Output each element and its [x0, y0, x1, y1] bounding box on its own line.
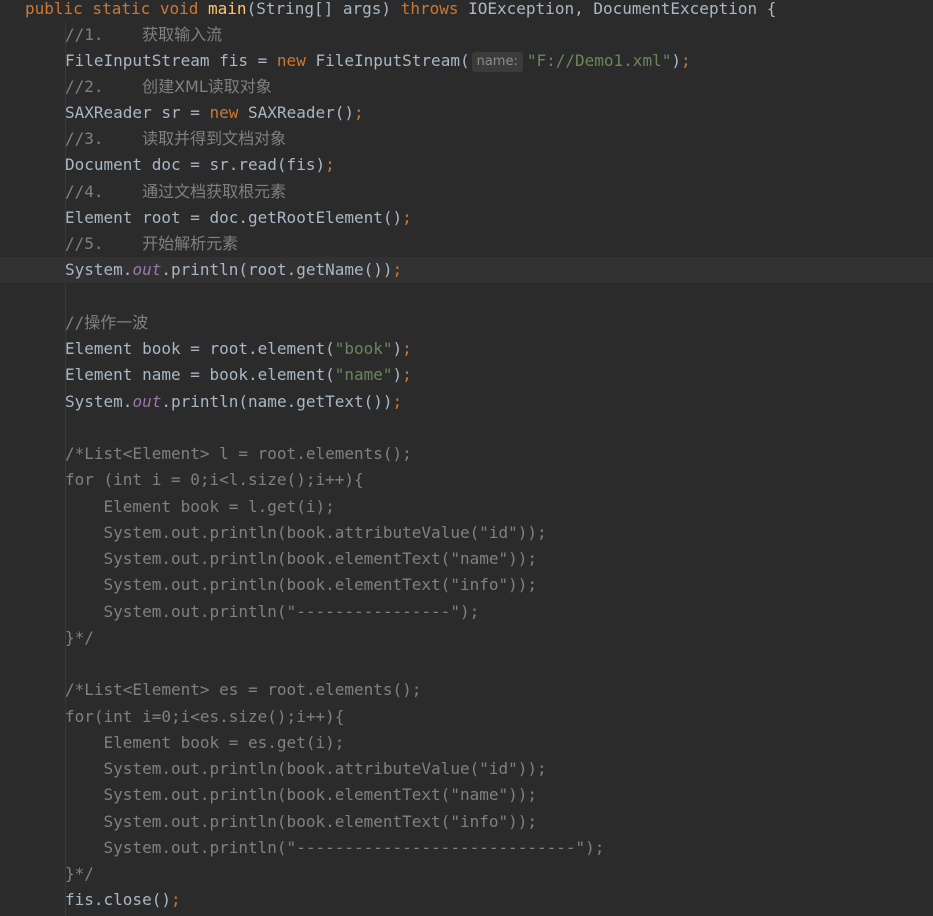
block-comment-1-line[interactable]: for (int i = 0;i<l.size();i++){ [0, 467, 933, 493]
code-text: FileInputStream fis = [65, 51, 277, 70]
comment-prefix: // [65, 313, 85, 332]
code-text: fis.close() [65, 890, 171, 909]
static-field-out: out [132, 260, 162, 279]
code-text: ) [392, 365, 403, 384]
code-comment-5[interactable]: //5. 开始解析元素 [0, 231, 933, 257]
block-comment-1-line[interactable]: Element book = l.get(i); [0, 494, 933, 520]
keyword-new: new [276, 51, 306, 70]
block-comment-2-line[interactable]: Element book = es.get(i); [0, 730, 933, 756]
code-line-close[interactable]: fis.close(); [0, 887, 933, 913]
block-comment-2-line[interactable]: System.out.println(book.elementText("nam… [0, 782, 933, 808]
code-line-document[interactable]: Document doc = sr.read(fis); [0, 152, 933, 178]
comment-text: 创建XML读取对象 [142, 77, 272, 96]
string-literal: "book" [334, 339, 393, 358]
block-comment-1-line[interactable]: System.out.println(book.elementText("inf… [0, 572, 933, 598]
code-comment-6[interactable]: //操作一波 [0, 310, 933, 336]
method-name: main [208, 0, 247, 18]
semicolon: ; [170, 890, 181, 909]
comment-text: 通过文档获取根元素 [142, 182, 287, 201]
code-comment-3[interactable]: //3. 读取并得到文档对象 [0, 126, 933, 152]
code-comment-4[interactable]: //4. 通过文档获取根元素 [0, 179, 933, 205]
code-line-root[interactable]: Element root = doc.getRootElement(); [0, 205, 933, 231]
comment-number: //4. [65, 182, 104, 201]
semicolon: ; [402, 208, 412, 227]
semicolon: ; [392, 392, 403, 411]
code-line-print-name[interactable]: System.out.println(name.getText()); [0, 389, 933, 415]
method-params: (String[] args) [246, 0, 401, 18]
code-text: SAXReader() [238, 103, 354, 122]
code-text: SAXReader sr = [65, 103, 210, 122]
code-text: ) [392, 339, 403, 358]
block-comment-2-line[interactable]: System.out.println("--------------------… [0, 835, 933, 861]
comment-text: 操作一波 [84, 313, 149, 332]
string-literal: "F://Demo1.xml" [526, 51, 672, 70]
block-comment-2-line[interactable]: System.out.println(book.elementText("inf… [0, 809, 933, 835]
code-editor[interactable]: public static void main(String[] args) t… [0, 0, 933, 916]
block-comment-1-line[interactable]: System.out.println(book.attributeValue("… [0, 520, 933, 546]
code-text: Element book = root.element( [65, 339, 335, 358]
code-comment-2[interactable]: //2. 创建XML读取对象 [0, 74, 933, 100]
code-text: Document doc = sr.read(fis) [65, 155, 326, 174]
semicolon: ; [325, 155, 335, 174]
comment-text: 读取并得到文档对象 [142, 129, 287, 148]
code-line-book[interactable]: Element book = root.element("book"); [0, 336, 933, 362]
block-comment-2-line[interactable]: }*/ [0, 861, 933, 887]
parameter-hint: name: [471, 52, 523, 72]
code-text: ) [671, 51, 681, 70]
comment-text: 开始解析元素 [142, 234, 239, 253]
code-text: .println(root.getName()) [161, 260, 393, 279]
code-line-name[interactable]: Element name = book.element("name"); [0, 362, 933, 388]
exception-list: IOException, DocumentException { [458, 0, 777, 18]
string-literal: "name" [334, 365, 393, 384]
semicolon: ; [392, 260, 403, 279]
semicolon: ; [402, 339, 412, 358]
code-comment-1[interactable]: //1. 获取输入流 [0, 22, 933, 48]
keyword-new: new [209, 103, 239, 122]
block-comment-2-line[interactable]: /*List<Element> es = root.elements(); [0, 677, 933, 703]
block-comment-1-line[interactable]: System.out.println(book.elementText("nam… [0, 546, 933, 572]
code-text: .println(name.getText()) [161, 392, 393, 411]
block-comment-2-line[interactable]: System.out.println(book.attributeValue("… [0, 756, 933, 782]
code-line-saxreader[interactable]: SAXReader sr = new SAXReader(); [0, 100, 933, 126]
comment-number: //3. [65, 129, 104, 148]
comment-number: //2. [65, 77, 104, 96]
code-line-fis[interactable]: FileInputStream fis = new FileInputStrea… [0, 48, 933, 74]
code-text: System. [65, 392, 133, 411]
block-comment-1-line[interactable]: System.out.println("----------------"); [0, 599, 933, 625]
block-comment-1-line[interactable]: }*/ [0, 625, 933, 651]
static-field-out: out [132, 392, 162, 411]
code-text: Element root = doc.getRootElement() [65, 208, 403, 227]
comment-text: 获取输入流 [142, 25, 223, 44]
keyword-throws: throws [400, 0, 459, 18]
keyword-modifiers: public static void [25, 0, 209, 18]
block-comment-1-line[interactable]: /*List<Element> l = root.elements(); [0, 441, 933, 467]
block-comment-2-line[interactable]: for(int i=0;i<es.size();i++){ [0, 704, 933, 730]
code-text: System. [65, 260, 133, 279]
semicolon: ; [354, 103, 364, 122]
code-line-signature[interactable]: public static void main(String[] args) t… [0, 0, 933, 22]
code-line-print-root[interactable]: System.out.println(root.getName()); [0, 257, 933, 284]
code-text: FileInputStream( [305, 51, 470, 70]
comment-number: //1. [65, 25, 104, 44]
semicolon: ; [680, 51, 691, 70]
semicolon: ; [402, 365, 412, 384]
code-text: Element name = book.element( [65, 365, 335, 384]
comment-number: //5. [65, 234, 104, 253]
